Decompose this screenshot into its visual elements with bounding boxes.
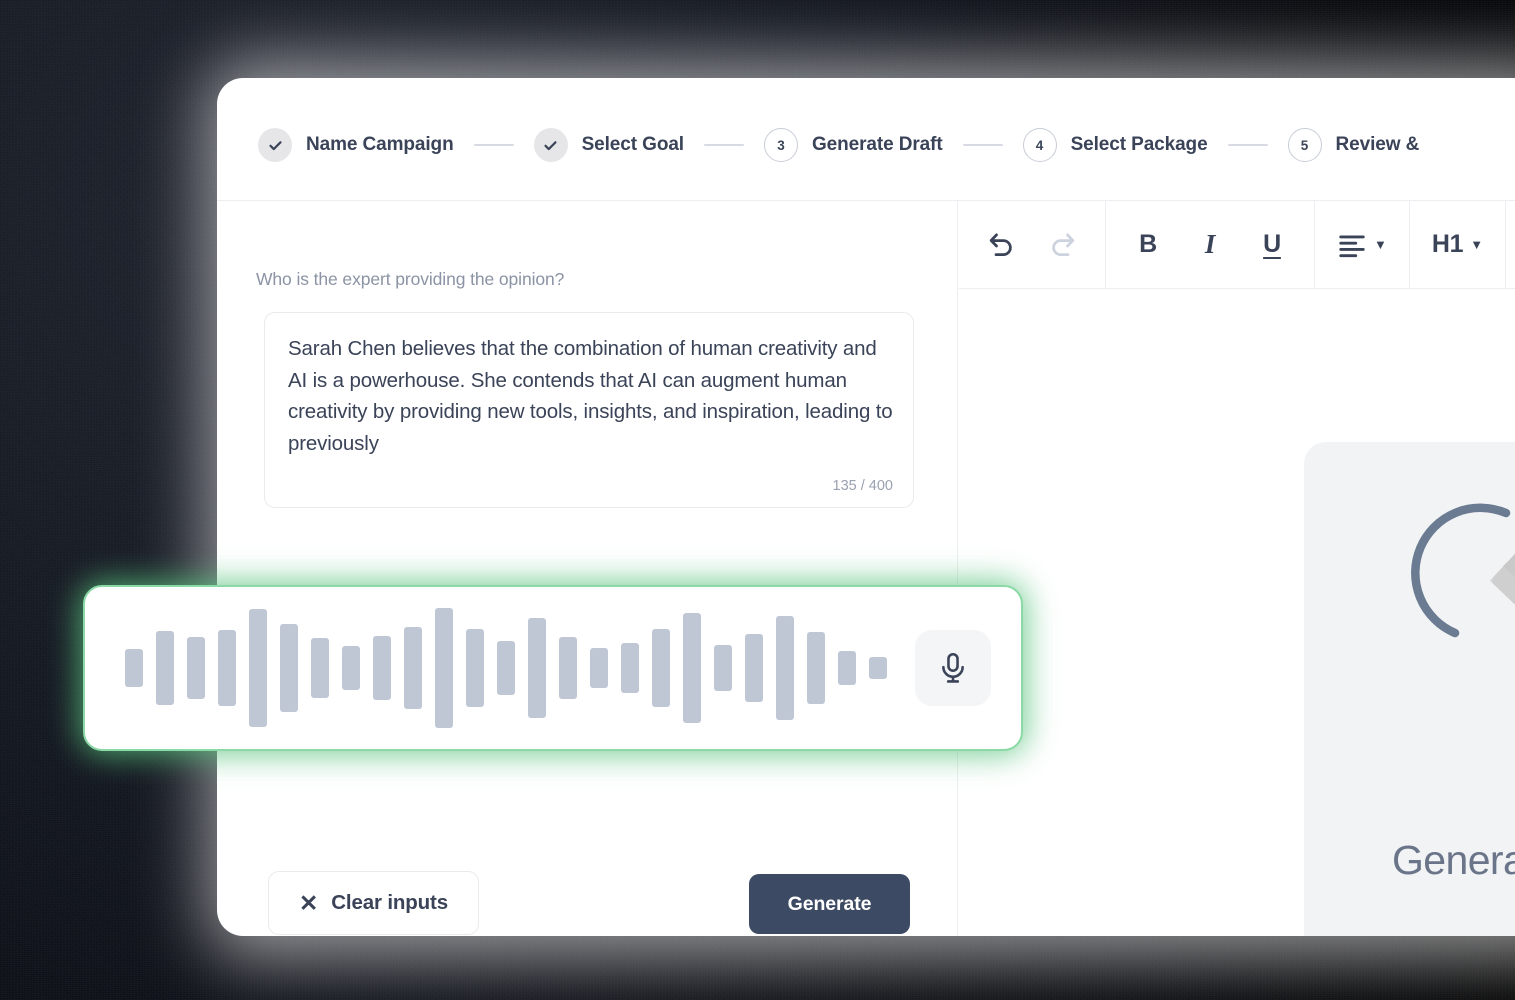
waveform-bar [280,624,298,712]
stepper-connector [1227,144,1268,146]
audio-waveform [117,608,897,728]
waveform-bar [342,646,360,690]
toolbar-group-heading: H1 ▼ [1410,200,1507,289]
italic-label: I [1204,229,1216,259]
stepper-step-label: Review & [1335,134,1420,155]
stepper-step-label: Generate Draft [811,134,943,155]
italic-button[interactable]: I [1190,221,1230,269]
generate-button[interactable]: Generate [749,874,910,934]
stepper-connector [703,144,744,146]
app-window-card: Name Campaign Select Goal 3 Generate Dra… [217,78,1515,936]
waveform-bar [249,609,267,727]
waveform-bar [869,657,887,679]
waveform-bar [528,618,546,718]
form-actions: ✕ Clear inputs Generate [264,871,914,935]
stepper-step-label: Name Campaign [306,134,454,155]
underline-button[interactable]: U [1252,221,1292,269]
clear-inputs-button[interactable]: ✕ Clear inputs [268,871,479,935]
stepper-connector [962,144,1003,146]
generating-status-card: Generating: 54% [1304,442,1515,936]
stepper-connector [473,144,514,146]
undo-button[interactable] [981,221,1021,269]
toolbar-group-alignment: ▼ [1315,200,1410,289]
toolbar-group-history [959,200,1106,289]
stepper-step-generate-draft[interactable]: 3 Generate Draft [763,128,943,162]
waveform-bar [311,638,329,698]
heading-select[interactable]: H1 ▼ [1432,221,1483,269]
waveform-bar [187,637,205,699]
waveform-bar [590,648,608,688]
generating-prefix: Generating: [1392,837,1515,883]
editor-toolbar: B I U ▼ H1 ▼ [959,200,1515,289]
waveform-bar [373,636,391,700]
check-icon [544,140,557,150]
stepper-step-label: Select Package [1070,134,1208,155]
undo-icon [989,233,1012,256]
answer-input-wrapper[interactable]: Sarah Chen believes that the combination… [264,312,914,508]
stepper-step-label: Select Goal [581,134,684,155]
waveform-bar [714,645,732,691]
step-badge-number: 4 [1022,128,1057,162]
character-counter: 135 / 400 [832,478,893,494]
step-badge-complete [533,128,568,162]
align-left-icon [1339,234,1365,257]
waveform-bar [621,643,639,693]
answer-input[interactable]: Sarah Chen believes that the combination… [288,333,896,459]
step-badge-number: 3 [763,128,798,162]
waveform-bar [838,651,856,685]
toolbar-group-formatting: B I U [1106,200,1315,289]
screenshot-stage: Name Campaign Select Goal 3 Generate Dra… [0,0,1515,1000]
chevron-down-icon: ▼ [1374,237,1387,252]
stepper-step-review[interactable]: 5 Review & [1287,128,1420,162]
waveform-bar [497,641,515,695]
check-icon [268,140,282,150]
waveform-bar [776,616,794,720]
loading-spinner-icon [1411,503,1511,638]
heading-label: H1 [1431,230,1464,258]
waveform-bar [404,627,422,709]
magic-wand-icon [1411,503,1515,797]
waveform-bar [559,637,577,699]
stepper-step-name-campaign[interactable]: Name Campaign [258,128,454,162]
bold-button[interactable]: B [1128,221,1168,269]
chevron-down-icon: ▼ [1470,237,1484,252]
microphone-icon [942,652,964,683]
stepper-step-select-package[interactable]: 4 Select Package [1022,128,1208,162]
waveform-bar [435,608,453,728]
text-align-dropdown[interactable]: ▼ [1337,221,1387,269]
waveform-bar [745,634,763,702]
stepper-step-select-goal[interactable]: Select Goal [533,128,684,162]
question-label: Who is the expert providing the opinion? [256,269,565,289]
waveform-bar [218,630,236,706]
campaign-stepper: Name Campaign Select Goal 3 Generate Dra… [258,128,1419,162]
voice-input-bar[interactable] [83,585,1023,751]
form-panel: Who is the expert providing the opinion?… [217,201,957,936]
clear-inputs-label: Clear inputs [331,891,448,914]
waveform-bar [466,629,484,707]
close-icon: ✕ [299,889,319,916]
redo-icon [1052,233,1075,256]
microphone-button[interactable] [915,630,991,706]
waveform-bar [652,629,670,707]
bold-label: B [1139,230,1157,258]
editor-panel: B I U ▼ H1 ▼ Genera [959,200,1515,936]
generating-progress-text: Generating: 54% [1392,837,1515,884]
magic-wand-illustration [1394,500,1515,800]
waveform-bar [807,632,825,704]
step-badge-number: 5 [1287,128,1322,162]
underline-label: U [1263,230,1281,258]
waveform-bar [683,613,701,723]
step-badge-complete [258,128,292,162]
redo-button[interactable] [1043,221,1083,269]
waveform-bar [156,631,174,705]
waveform-bar [125,649,143,687]
